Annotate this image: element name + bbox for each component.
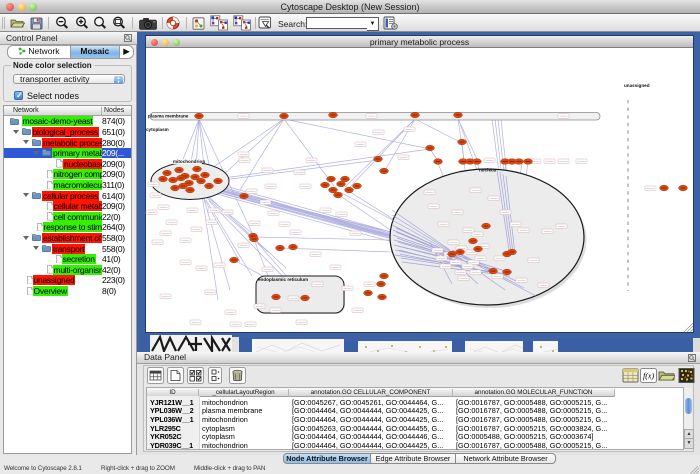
svg-text:unassigned: unassigned [624,83,650,88]
svg-text:nucleus: nucleus [479,168,497,173]
svg-text:plasma membrane: plasma membrane [148,114,189,119]
svg-text:mitochondrion: mitochondrion [173,159,205,164]
svg-text:cytoplasm: cytoplasm [146,127,169,132]
svg-text:endoplasmic reticulum: endoplasmic reticulum [258,277,308,282]
svg-text:f(x): f(x) [643,372,654,381]
